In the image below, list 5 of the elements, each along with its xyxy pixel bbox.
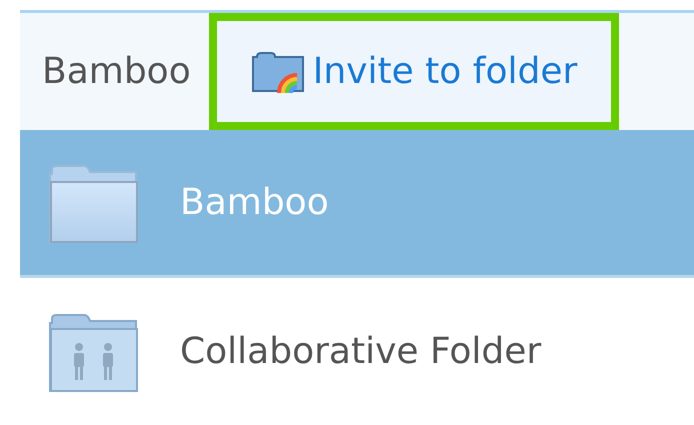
shared-folder-icon — [48, 311, 140, 393]
file-name: Collaborative Folder — [180, 330, 542, 374]
file-name: Bamboo — [180, 180, 329, 224]
breadcrumb[interactable]: Bamboo — [42, 44, 191, 98]
invite-button[interactable]: Invite to folder — [208, 13, 620, 130]
